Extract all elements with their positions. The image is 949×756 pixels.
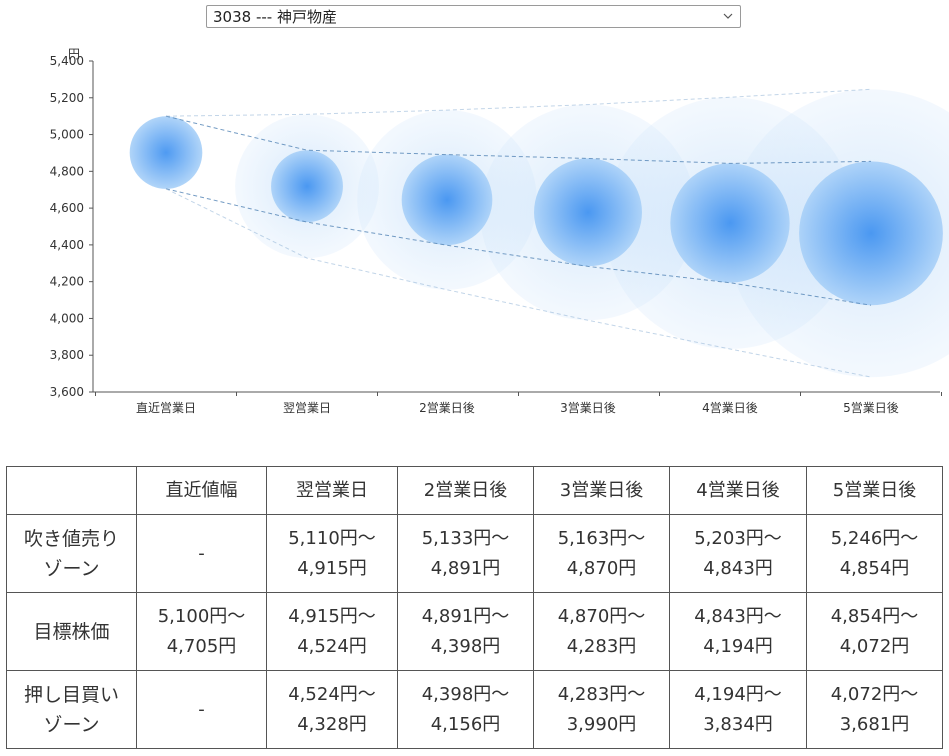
table-cell: 4,398円～ 4,156円 xyxy=(397,670,534,749)
target-bubble xyxy=(670,163,790,283)
table-corner-cell xyxy=(6,466,137,515)
table-cell: 4,194円～ 3,834円 xyxy=(669,670,807,749)
table-cell: 4,843円～ 4,194円 xyxy=(669,592,807,671)
column-header: 5営業日後 xyxy=(806,466,943,515)
y-tick-label: 4,000 xyxy=(50,311,84,325)
cell-line: 4,156円 xyxy=(430,713,501,735)
cell-line: 4,891円～ xyxy=(421,605,510,627)
cell-line: 5,133円～ xyxy=(421,527,510,549)
cell-line: - xyxy=(198,698,205,720)
cell-line: 4,194円～ xyxy=(694,683,782,705)
cell-line: 4,870円～ xyxy=(557,605,646,627)
cell-line: 5,163円～ xyxy=(557,527,646,549)
row-header-line: 吹き値売り xyxy=(23,527,119,550)
table-cell: 4,854円～ 4,072円 xyxy=(806,592,943,671)
table-row: 押し目買いゾーン - 4,524円～ 4,328円 4,398円～ 4,156円 4,283… xyxy=(6,670,943,749)
cell-line: 4,328円 xyxy=(297,713,367,735)
cell-line: 4,072円～ xyxy=(830,683,919,705)
cell-line: 4,524円～ xyxy=(288,683,376,705)
cell-line: 4,398円～ xyxy=(421,683,510,705)
y-tick-label: 3,600 xyxy=(50,385,84,399)
x-tick-label: 翌営業日 xyxy=(283,401,331,415)
table-header-row: 直近値幅 翌営業日 2営業日後 3営業日後 4営業日後 5営業日後 xyxy=(6,466,943,515)
cell-line: 4,072円 xyxy=(839,635,910,657)
target-bubble xyxy=(799,161,943,306)
table-row: 吹き値売りゾーン - 5,110円～ 4,915円 5,133円～ 4,891円 5,163… xyxy=(6,514,943,593)
price-forecast-chart: 3,600 3,800 4,000 4,200 4,400 4,600 4,800 5,000… xyxy=(50,47,949,415)
cell-line: 4,283円～ xyxy=(557,683,646,705)
table-cell: 5,246円～ 4,854円 xyxy=(806,514,943,593)
row-header-line: 目標株価 xyxy=(33,620,110,643)
table-cell: 5,100円～ 4,705円 xyxy=(136,592,267,671)
cell-line: 4,843円 xyxy=(703,557,773,579)
cell-line: 4,854円～ xyxy=(830,605,919,627)
column-header: 直近値幅 xyxy=(136,466,267,515)
row-header: 目標株価 xyxy=(6,592,137,671)
column-header: 翌営業日 xyxy=(266,466,398,515)
row-header-line: ゾーン xyxy=(43,713,100,736)
table-cell: 4,891円～ 4,398円 xyxy=(397,592,534,671)
x-tick-label: 直近営業日 xyxy=(136,401,196,415)
table-cell: 4,870円～ 4,283円 xyxy=(533,592,670,671)
cell-line: 4,870円 xyxy=(566,557,637,579)
cell-line: 5,203円～ xyxy=(694,527,782,549)
stock-selector-value: 3038 --- 神戸物産 xyxy=(213,8,337,26)
table-cell: 5,110円～ 4,915円 xyxy=(266,514,398,593)
cell-line: 4,843円～ xyxy=(694,605,782,627)
row-header-line: ゾーン xyxy=(43,557,100,580)
table-cell: - xyxy=(136,670,267,749)
column-header: 3営業日後 xyxy=(533,466,670,515)
cell-line: 4,854円 xyxy=(839,557,910,579)
table-cell: 4,072円～ 3,681円 xyxy=(806,670,943,749)
cell-line: 3,834円 xyxy=(703,713,773,735)
y-tick-label: 4,600 xyxy=(50,201,84,215)
row-header: 押し目買い ゾーン xyxy=(6,670,137,749)
table-cell: 4,915円～ 4,524円 xyxy=(266,592,398,671)
y-tick-label: 3,800 xyxy=(50,348,84,362)
table-row: 目標株価 5,100円～ 4,705円 4,915円～ 4,524円 4,891円～ 4,3… xyxy=(6,592,943,671)
chevron-down-icon xyxy=(723,13,733,19)
table-cell: 5,163円～ 4,870円 xyxy=(533,514,670,593)
x-tick-label: 3営業日後 xyxy=(560,401,616,415)
cell-line: 4,194円 xyxy=(703,635,773,657)
x-tick-label: 2営業日後 xyxy=(419,401,475,415)
target-bubble xyxy=(271,150,343,223)
table-cell: 5,133円～ 4,891円 xyxy=(397,514,534,593)
forecast-table: 直近値幅 翌営業日 2営業日後 3営業日後 4営業日後 5営業日後 吹き値売りゾーン - 5,… xyxy=(6,466,943,749)
x-tick-label: 4営業日後 xyxy=(702,401,758,415)
cell-line: 4,915円～ xyxy=(288,605,376,627)
cell-line: - xyxy=(198,542,205,564)
y-tick-label: 4,200 xyxy=(50,275,84,289)
table-cell: 5,203円～ 4,843円 xyxy=(669,514,807,593)
x-tick-label: 5営業日後 xyxy=(843,401,899,415)
column-header: 2営業日後 xyxy=(397,466,534,515)
stock-selector[interactable]: 3038 --- 神戸物産 xyxy=(206,5,741,28)
row-header: 吹き値売り ゾーン xyxy=(6,514,137,593)
y-tick-label: 4,800 xyxy=(50,164,84,178)
y-tick-label: 5,200 xyxy=(50,91,84,105)
target-bubble xyxy=(129,116,203,189)
y-tick-label: 4,400 xyxy=(50,238,84,252)
cell-line: 4,524円 xyxy=(297,635,367,657)
cell-line: 4,915円 xyxy=(297,557,367,579)
target-bubble xyxy=(534,158,642,267)
cell-line: 3,681円 xyxy=(839,713,910,735)
cell-line: 5,246円～ xyxy=(830,527,919,549)
table-cell: 4,524円～ 4,328円 xyxy=(266,670,398,749)
cell-line: 4,283円 xyxy=(566,635,637,657)
cell-line: 4,398円 xyxy=(430,635,501,657)
table-cell: 4,283円～ 3,990円 xyxy=(533,670,670,749)
y-axis-unit-label: 円 xyxy=(68,47,80,61)
cell-line: 3,990円 xyxy=(566,713,637,735)
y-tick-label: 5,000 xyxy=(50,128,84,142)
table-cell: - xyxy=(136,514,267,593)
row-header-line: 押し目買い xyxy=(23,683,119,706)
cell-line: 4,705円 xyxy=(166,635,237,657)
cell-line: 5,100円～ xyxy=(157,605,246,627)
target-bubble xyxy=(401,154,493,246)
cell-line: 5,110円～ xyxy=(288,527,376,549)
cell-line: 4,891円 xyxy=(430,557,501,579)
column-header: 4営業日後 xyxy=(669,466,807,515)
